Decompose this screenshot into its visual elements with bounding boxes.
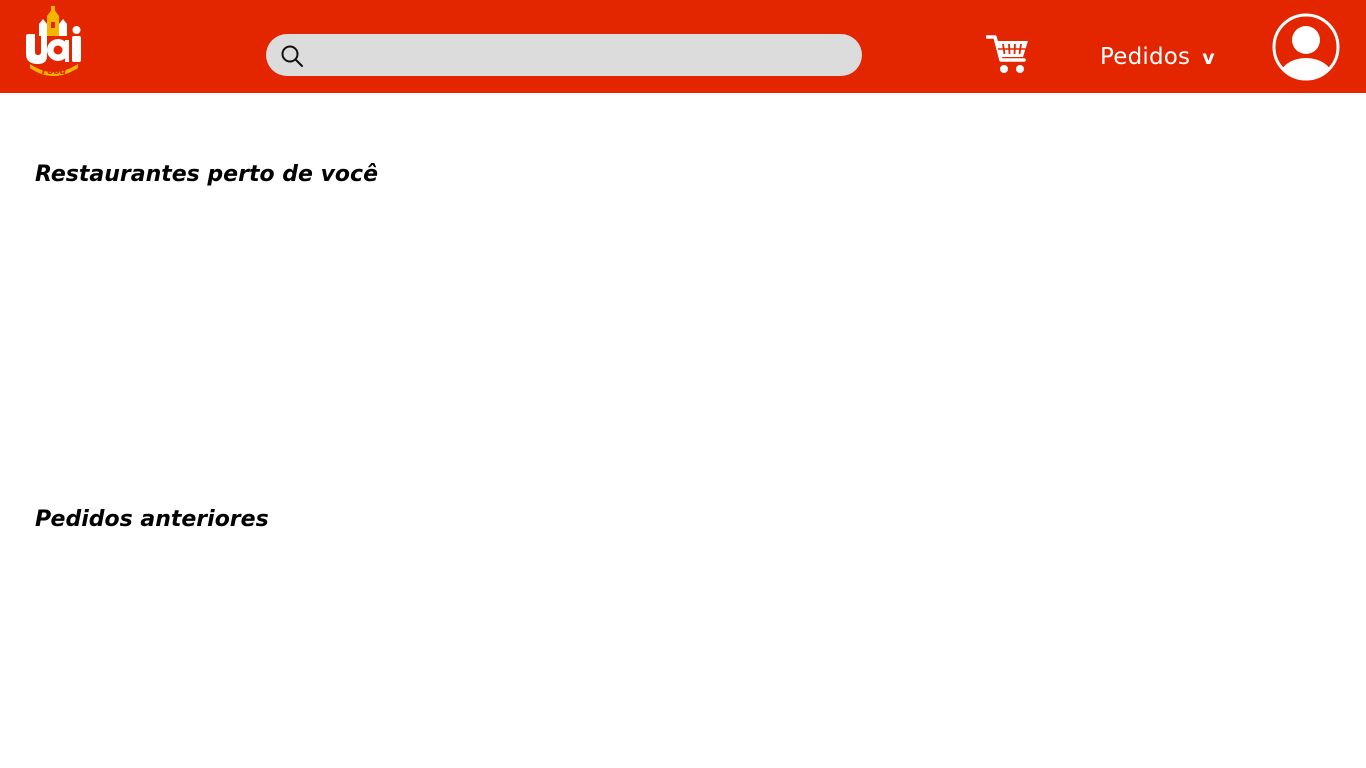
chevron-down-icon: v bbox=[1202, 47, 1215, 69]
user-avatar-button[interactable] bbox=[1271, 12, 1341, 82]
section-title-previous-orders: Pedidos anteriores bbox=[35, 507, 269, 532]
logo-image: Food bbox=[26, 6, 81, 77]
cart-icon bbox=[985, 35, 1028, 73]
top-nav-bar: Food Pedidos v bbox=[0, 0, 1366, 93]
search-input[interactable] bbox=[314, 34, 848, 78]
previous-orders-list bbox=[35, 550, 1331, 750]
cart-button[interactable] bbox=[985, 33, 1030, 75]
orders-menu-label: Pedidos bbox=[1100, 44, 1191, 70]
orders-menu[interactable]: Pedidos v bbox=[1100, 40, 1215, 74]
search-icon[interactable] bbox=[280, 44, 304, 68]
user-avatar-icon bbox=[1272, 13, 1340, 81]
uai-food-logo[interactable]: Food bbox=[22, 6, 84, 78]
section-title-nearby-restaurants: Restaurantes perto de você bbox=[35, 162, 378, 187]
search-bar[interactable] bbox=[266, 34, 862, 78]
nearby-restaurants-list bbox=[35, 205, 1331, 485]
logo-subtext: Food bbox=[42, 67, 67, 77]
